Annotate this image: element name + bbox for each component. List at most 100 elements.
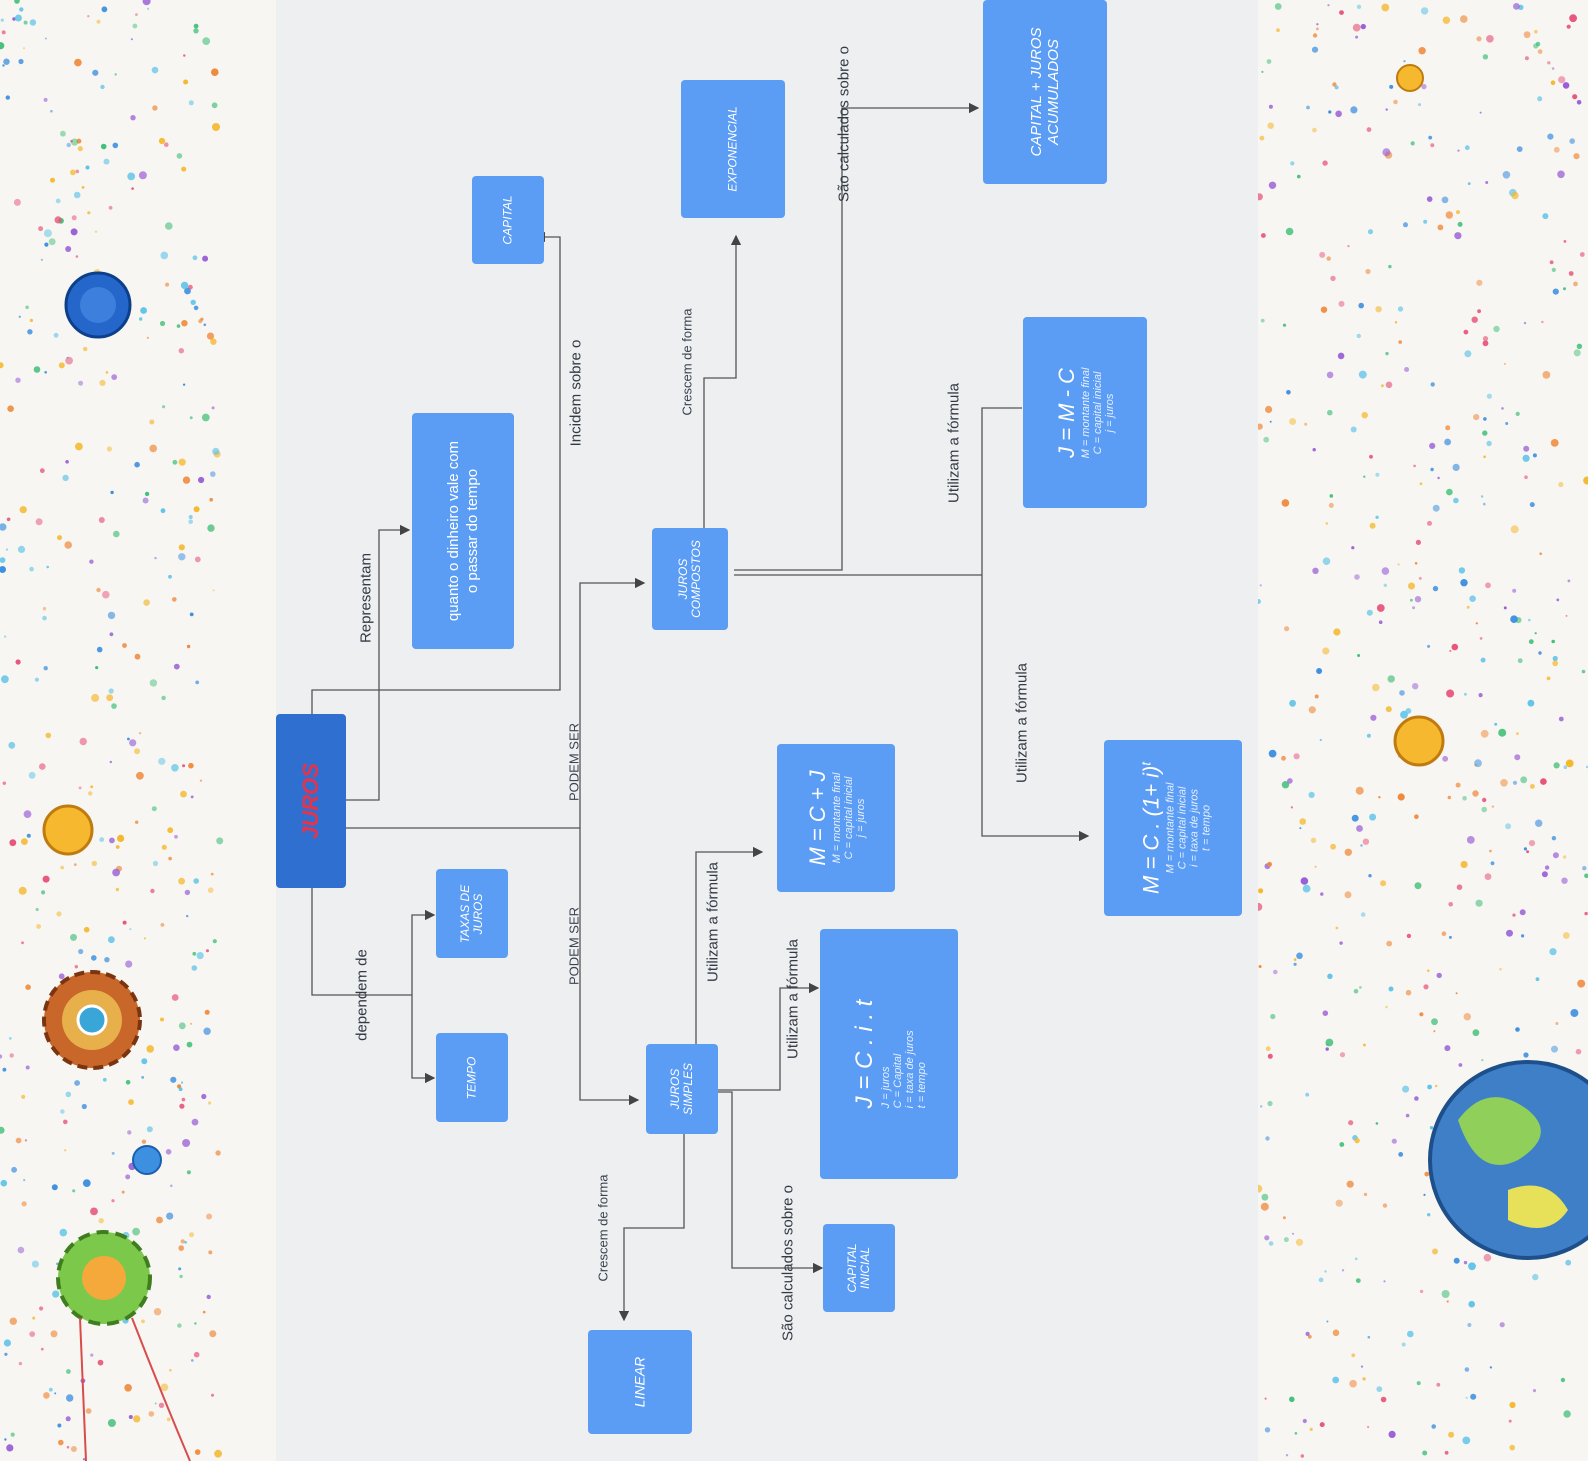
confetti-dot [141, 1076, 145, 1079]
confetti-dot [190, 795, 194, 799]
confetti-dot [1293, 962, 1297, 966]
confetti-dot [1414, 1096, 1419, 1101]
confetti-dot [1339, 941, 1343, 945]
confetti-dot [1322, 647, 1330, 655]
confetti-dot [1419, 482, 1423, 486]
confetti-dot [202, 255, 209, 262]
confetti-dot [170, 1184, 173, 1188]
confetti-dot [1418, 103, 1421, 107]
confetti-dot [17, 545, 26, 554]
formula-j-c-i-t: J = C . i . t [851, 999, 878, 1109]
confetti-dot [1367, 229, 1374, 235]
confetti-dot [1415, 539, 1421, 546]
confetti-dot [1265, 405, 1273, 414]
confetti-dot [128, 1415, 133, 1419]
confetti-dot [1452, 463, 1460, 471]
confetti-dot [51, 1184, 58, 1191]
confetti-dot [1394, 321, 1398, 324]
right-decorative-strip [1258, 0, 1588, 1461]
confetti-dot [0, 18, 4, 22]
confetti-dot [1508, 1419, 1512, 1423]
confetti-dot [1338, 300, 1345, 307]
confetti-dot [181, 1097, 186, 1102]
confetti-dot [48, 1387, 53, 1392]
confetti-dot [1265, 1136, 1270, 1141]
confetti-dot [1481, 806, 1487, 813]
confetti-dot [1467, 1323, 1472, 1327]
confetti-dot [1502, 171, 1511, 179]
confetti-dot [1258, 965, 1262, 968]
confetti-dot [206, 1294, 211, 1300]
confetti-dot [1480, 657, 1486, 663]
confetti-dot [202, 1310, 206, 1314]
confetti-dot [7, 405, 14, 413]
confetti-dot [70, 933, 77, 941]
confetti-dot [64, 541, 72, 549]
confetti-dot [135, 13, 138, 16]
confetti-dot [1402, 1085, 1410, 1093]
confetti-dot [1484, 873, 1492, 880]
confetti-dot [191, 1359, 194, 1362]
confetti-dot [1476, 36, 1482, 42]
confetti-dot [1316, 23, 1319, 26]
confetti-dot [198, 476, 205, 484]
legend-line: j = juros [855, 798, 867, 838]
confetti-dot [1401, 1342, 1406, 1347]
confetti-dot [1537, 49, 1543, 54]
confetti-dot [111, 703, 117, 709]
confetti-dot [1472, 1029, 1480, 1037]
confetti-dot [78, 948, 84, 955]
confetti-dot [190, 1022, 193, 1025]
confetti-dot [1431, 1424, 1436, 1429]
confetti-dot [1460, 860, 1468, 869]
confetti-dot [74, 58, 82, 67]
confetti-dot [166, 1417, 171, 1422]
confetti-dot [58, 973, 65, 980]
confetti-dot [1551, 67, 1555, 70]
confetti-dot [192, 951, 197, 956]
linear-node: LINEAR [588, 1330, 692, 1434]
confetti-dot [1405, 989, 1412, 996]
confetti-dot [1573, 153, 1580, 160]
confetti-dot [1375, 472, 1380, 477]
confetti-dot [1399, 690, 1405, 696]
confetti-dot [1339, 10, 1344, 16]
confetti-dot [1504, 362, 1506, 365]
confetti-dot [106, 446, 112, 452]
confetti-dot [87, 15, 90, 18]
confetti-dot [59, 1228, 68, 1237]
confetti-dot [1482, 340, 1489, 347]
confetti-dot [1445, 211, 1453, 219]
confetti-dot [1430, 143, 1435, 148]
confetti-dot [130, 38, 133, 41]
confetti-dot [179, 1274, 183, 1279]
confetti-dot [1328, 502, 1334, 508]
confetti-dot [48, 238, 56, 246]
confetti-dot [1562, 932, 1570, 939]
label-dependem: dependem de [353, 949, 371, 1041]
confetti-dot [1308, 706, 1316, 714]
confetti-dot [0, 566, 6, 573]
confetti-dot [1319, 1422, 1325, 1428]
legend-line: C = capital inicial [1092, 371, 1104, 454]
confetti-dot [164, 142, 169, 147]
confetti-dot [1360, 912, 1366, 917]
confetti-dot [1370, 714, 1377, 721]
confetti-dot [1540, 778, 1547, 785]
confetti-dot [154, 556, 157, 560]
confetti-dot [44, 37, 47, 40]
confetti-dot [1267, 122, 1274, 129]
confetti-dot [66, 356, 69, 359]
confetti-dot [65, 1091, 72, 1098]
confetti-dot [78, 380, 84, 386]
confetti-dot [1583, 476, 1588, 485]
confetti-dot [1325, 522, 1329, 525]
confetti-dot [9, 1053, 14, 1058]
confetti-dot [1477, 309, 1481, 314]
confetti-dot [108, 688, 114, 694]
confetti-dot [1389, 84, 1394, 89]
confetti-dot [1460, 579, 1468, 587]
confetti-dot [1510, 615, 1518, 623]
confetti-dot [1513, 3, 1520, 10]
confetti-dot [191, 965, 198, 971]
